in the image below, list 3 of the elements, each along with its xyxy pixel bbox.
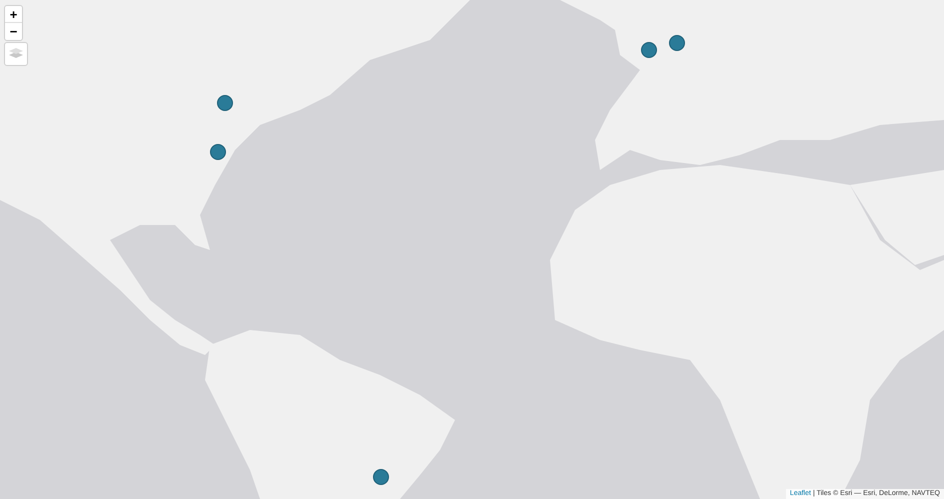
zoom-in-button[interactable]: + [5,6,22,23]
zoom-out-button[interactable]: − [5,23,22,40]
layers-icon [9,48,23,60]
